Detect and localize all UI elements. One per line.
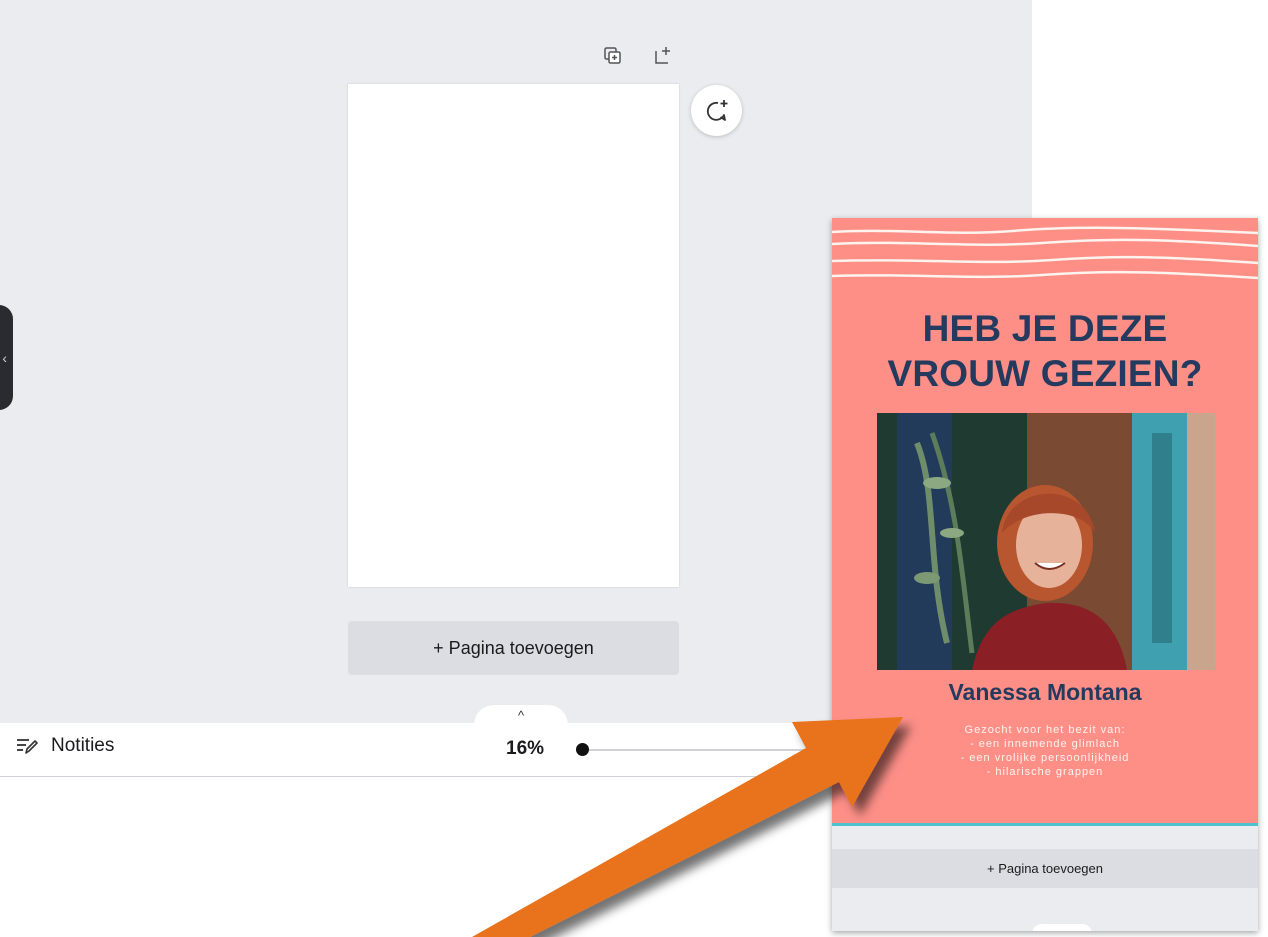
detail-line: Gezocht voor het bezit van: (964, 724, 1126, 736)
design-page[interactable] (348, 84, 679, 587)
add-comment-button[interactable] (691, 85, 742, 136)
woman-portrait-image (877, 413, 1215, 670)
zoom-slider-track[interactable] (582, 749, 822, 751)
poster: HEB JE DEZE VROUW GEZIEN? Vanessa Montan… (832, 218, 1258, 824)
poster-name: Vanessa Montana (948, 679, 1142, 705)
side-panel-toggle[interactable]: ‹ (0, 305, 13, 410)
notes-icon (17, 739, 38, 754)
preview-add-page-button[interactable]: + Pagina toevoegen (832, 849, 1258, 888)
poster-details: Gezocht voor het bezit van: - een inneme… (832, 723, 1258, 779)
notes-label: Notities (51, 735, 115, 756)
add-comment-icon (706, 99, 727, 121)
poster-photo (877, 413, 1215, 670)
poster-headline: HEB JE DEZE VROUW GEZIEN? (832, 306, 1258, 396)
duplicate-page-icon[interactable] (603, 46, 623, 66)
add-page-button[interactable]: + Pagina toevoegen (348, 621, 679, 675)
detail-line: - een vrolijke persoonlijkheid (960, 752, 1130, 764)
add-page-icon[interactable] (653, 46, 673, 66)
chevron-left-icon: ‹ (2, 349, 7, 366)
detail-line: - een innemende glimlach (970, 738, 1120, 750)
headline-line-2: VROUW GEZIEN? (887, 353, 1203, 394)
detail-line: - hilarische grappen (986, 766, 1104, 778)
chevron-up-icon: ^ (517, 708, 525, 723)
notes-button[interactable]: Notities (15, 735, 114, 757)
zoom-slider-knob[interactable] (576, 743, 589, 756)
decorative-wavy-lines (832, 226, 1258, 280)
zoom-level[interactable]: 16% (506, 738, 544, 760)
poster-preview: HEB JE DEZE VROUW GEZIEN? Vanessa Montan… (832, 218, 1258, 931)
preview-footer-tab (1032, 924, 1092, 931)
page-toolbar (603, 46, 673, 66)
pages-expand-tab[interactable]: ^ (474, 705, 568, 725)
headline-line-1: HEB JE DEZE (922, 308, 1168, 349)
